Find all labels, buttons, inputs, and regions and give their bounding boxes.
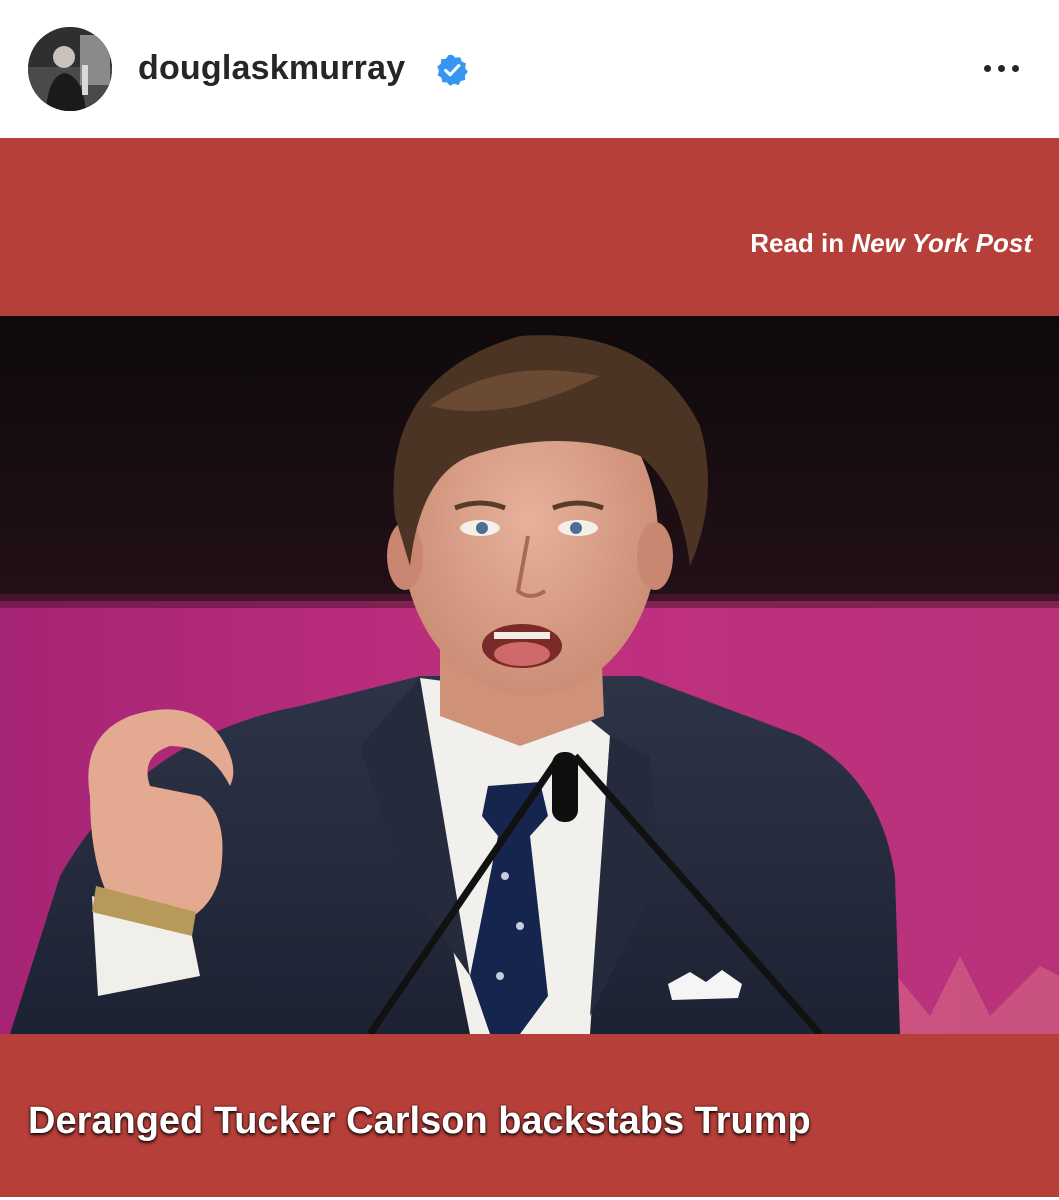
username[interactable]: douglaskmurray [138, 46, 405, 90]
post-media[interactable]: Read in New York Post Deranged Tucker Ca… [0, 138, 1059, 1197]
read-in-source: New York Post [851, 228, 1032, 258]
article-photo [0, 316, 1059, 1034]
more-options-button[interactable] [975, 50, 1027, 86]
profile-photo-icon [28, 27, 112, 111]
avatar[interactable] [28, 27, 112, 111]
speaker-at-podium-photo [0, 316, 1059, 1034]
verified-badge-icon [437, 54, 468, 86]
read-in-prefix: Read in [750, 228, 852, 258]
more-dot [997, 64, 1005, 72]
more-dot [983, 64, 991, 72]
more-dot [1011, 64, 1019, 72]
post-header: douglaskmurray [0, 0, 1059, 138]
instagram-post: douglaskmurray Read in New York Post Der… [0, 0, 1059, 1200]
read-in-source-link[interactable]: Read in New York Post [750, 227, 1032, 259]
headline: Deranged Tucker Carlson backstabs Trump [28, 1100, 811, 1142]
